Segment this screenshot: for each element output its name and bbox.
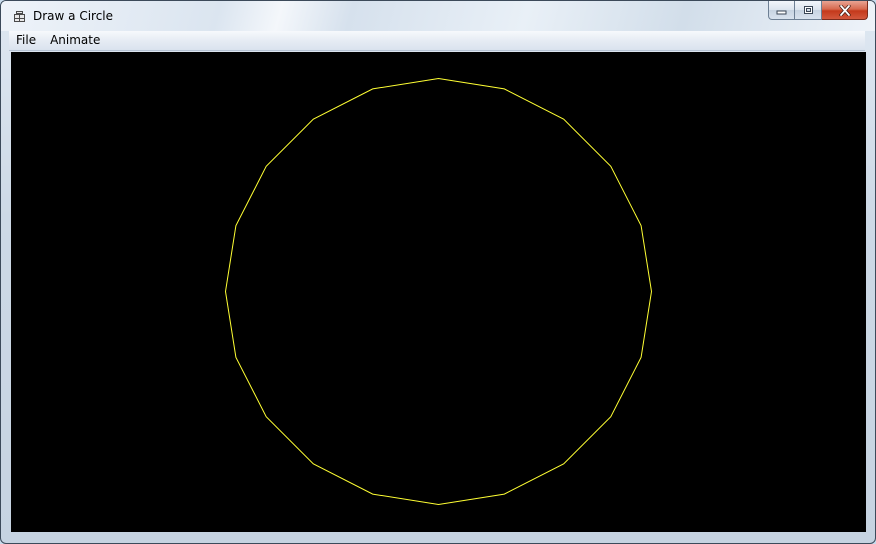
restore-button[interactable] [795,1,822,20]
drawing-canvas[interactable] [11,52,866,532]
app-window-icon[interactable] [13,10,26,23]
minimize-button[interactable] [768,1,795,20]
close-button[interactable] [822,1,868,20]
app-window: Draw a Circle File Animate [0,0,876,544]
caption-buttons [768,1,868,21]
menu-file[interactable]: File [9,31,43,50]
menu-animate[interactable]: Animate [43,31,107,50]
canvas-svg [224,77,653,506]
circle-polygon [224,77,653,506]
window-title: Draw a Circle [33,9,114,23]
restore-icon [803,6,813,14]
title-bar[interactable]: Draw a Circle [1,1,875,31]
close-icon [838,4,851,16]
menu-bar: File Animate [9,31,865,51]
minimize-icon [776,10,787,14]
